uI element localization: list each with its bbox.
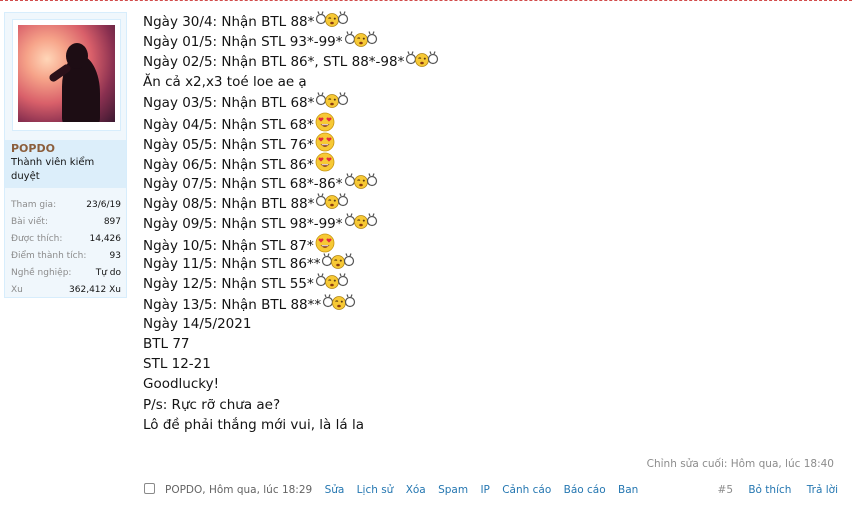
message-line: Ngày 07/5: Nhận STL 68*-86* (143, 172, 743, 195)
message-line: Ngày 30/4: Nhận BTL 88* (143, 11, 743, 31)
stat-label: Điểm thành tích: (11, 251, 87, 261)
message-line: Ngày 05/5: Nhận STL 76* (143, 132, 743, 154)
message-line-text: Ngày 08/5: Nhận BTL 88* (143, 195, 315, 212)
stat-row-occupation: Nghề nghiệp: Tự do (11, 265, 121, 282)
message-line: Ngày 04/5: Nhận STL 68* (143, 112, 743, 134)
message-line-text: Ngày 30/4: Nhận BTL 88* (143, 14, 315, 31)
message-line-text: Ngày 14/5/2021 (143, 315, 252, 332)
report-link[interactable]: Báo cáo (564, 484, 606, 496)
message-line-text: Ngày 04/5: Nhận STL 68* (143, 117, 314, 134)
stat-value: 14,426 (89, 234, 122, 244)
username[interactable]: POPDO (11, 142, 55, 155)
stat-label: Xu (11, 285, 23, 295)
message-line-text: Ngày 12/5: Nhận STL 55* (143, 276, 314, 293)
message-line: Ngày 12/5: Nhận STL 55* (143, 273, 743, 293)
ok-hands-wink-icon (315, 92, 349, 114)
message-line: BTL 77 (143, 334, 743, 354)
footer-right: #5 Bỏ thích Trả lời (718, 482, 838, 498)
message-line: Ngày 09/5: Nhận STL 98*-99* (143, 213, 743, 233)
message-line: STL 12-21 (143, 354, 743, 374)
message-line: Ngày 14/5/2021 (143, 314, 743, 334)
message-line: Ngày 01/5: Nhận STL 93*-99* (143, 31, 743, 51)
message-line-text: Ngày 13/5: Nhận BTL 88** (143, 296, 322, 313)
edit-link[interactable]: Sửa (325, 484, 345, 496)
message-line-text: Ngày 05/5: Nhận STL 76* (143, 137, 314, 154)
reply-button[interactable]: Trả lời (807, 484, 838, 496)
avatar-frame[interactable] (12, 19, 121, 131)
message-line-text: Ngày 01/5: Nhận STL 93*-99* (143, 34, 343, 51)
footer-left: POPDO, Hôm qua, lúc 18:29 Sửa Lịch sử Xó… (165, 482, 638, 498)
message-line-text: Ngày 11/5: Nhận STL 86** (143, 256, 321, 273)
message-line: Ngày 13/5: Nhận BTL 88** (143, 293, 743, 316)
stat-label: Được thích: (11, 234, 63, 244)
message-line-text: STL 12-21 (143, 356, 211, 373)
select-post-checkbox[interactable] (144, 483, 155, 494)
user-name-block: POPDO Thành viên kiểm duyệt (5, 140, 126, 188)
message-body: Ngày 30/4: Nhận BTL 88* Ngày 01/5: Nhận S… (143, 11, 743, 435)
message-line-text: Ngày 07/5: Nhận STL 68*-86* (143, 175, 343, 192)
message-line: Ngày 10/5: Nhận STL 87* (143, 233, 743, 255)
message-line: Lô đề phải thắng mới vui, là lá la (143, 415, 743, 435)
post-author-time[interactable]: POPDO, Hôm qua, lúc 18:29 (165, 484, 312, 496)
message-line-text: Ngay 03/5: Nhận BTL 68* (143, 94, 315, 111)
avatar[interactable] (18, 25, 115, 122)
message-footer: POPDO, Hôm qua, lúc 18:29 Sửa Lịch sử Xó… (143, 482, 838, 498)
stat-row-xu: Xu 362,412 Xu (11, 282, 121, 299)
last-edited-note: Chỉnh sửa cuối: Hôm qua, lúc 18:40 (646, 458, 834, 470)
message-line-text: BTL 77 (143, 336, 190, 352)
stat-value: 23/6/19 (86, 200, 121, 210)
stat-value[interactable]: 93 (110, 248, 121, 265)
user-title: Thành viên kiểm duyệt (11, 157, 95, 182)
spam-link[interactable]: Spam (438, 484, 468, 496)
ok-hands-wink-icon (321, 253, 355, 275)
ip-link[interactable]: IP (480, 484, 489, 496)
ok-hands-wink-icon (315, 273, 349, 295)
delete-link[interactable]: Xóa (406, 484, 426, 496)
ok-hands-wink-icon (344, 31, 378, 53)
stat-row-joined: Tham gia: 23/6/19 (11, 197, 121, 214)
top-dashed-divider (0, 0, 852, 1)
stat-label: Nghề nghiệp: (11, 268, 72, 278)
warn-link[interactable]: Cảnh cáo (502, 484, 551, 496)
message-line: Ngày 08/5: Nhận BTL 88* (143, 192, 743, 215)
message-line: Ngay 03/5: Nhận BTL 68* (143, 92, 743, 112)
stat-row-likes: Được thích: 14,426 (11, 231, 121, 248)
message-line: Ngày 06/5: Nhận STL 86* (143, 152, 743, 174)
stat-row-posts: Bài viết: 897 (11, 214, 121, 231)
message-line-text: Ăn cả x2,x3 toé loe ae ạ (143, 73, 307, 90)
message-line-text: P/s: Rực rỡ chưa ae? (143, 396, 281, 413)
stat-value: Tự do (95, 268, 121, 278)
message-line: Goodlucky! (143, 374, 743, 394)
message-line-text: Goodlucky! (143, 376, 220, 393)
ok-hands-wink-icon (344, 172, 378, 195)
stat-label: Tham gia: (11, 200, 57, 210)
post-number[interactable]: #5 (718, 484, 733, 496)
message-line: Ăn cả x2,x3 toé loe ae ạ (143, 72, 743, 92)
stat-value: 362,412 Xu (69, 285, 121, 295)
message-line-text: Ngày 02/5: Nhận BTL 86*, STL 88*-98* (143, 54, 405, 71)
stat-row-trophy: Điểm thành tích: 93 (11, 248, 121, 265)
ok-hands-wink-icon (405, 51, 439, 73)
ok-hands-wink-icon (322, 293, 356, 316)
message-line-text: Ngày 06/5: Nhận STL 86* (143, 157, 314, 174)
message-line-text: Ngày 10/5: Nhận STL 87* (143, 238, 314, 255)
unlike-button[interactable]: Bỏ thích (748, 484, 791, 496)
message-line: Ngày 11/5: Nhận STL 86** (143, 253, 743, 273)
user-panel: POPDO Thành viên kiểm duyệt Tham gia: 23… (4, 12, 127, 298)
message-line-text: Lô đề phải thắng mới vui, là lá la (143, 416, 364, 433)
ok-hands-wink-icon (315, 192, 349, 215)
stat-value[interactable]: 897 (104, 214, 121, 231)
message-line: P/s: Rực rỡ chưa ae? (143, 395, 743, 415)
user-stats: Tham gia: 23/6/19 Bài viết: 897 Được thí… (11, 197, 121, 299)
ok-hands-wink-icon (315, 11, 349, 33)
message-line: Ngày 02/5: Nhận BTL 86*, STL 88*-98* (143, 51, 743, 71)
ban-link[interactable]: Ban (618, 484, 638, 496)
ok-hands-wink-icon (344, 213, 378, 235)
stat-label: Bài viết: (11, 217, 48, 227)
message-line-text: Ngày 09/5: Nhận STL 98*-99* (143, 215, 343, 232)
history-link[interactable]: Lịch sử (357, 484, 394, 496)
